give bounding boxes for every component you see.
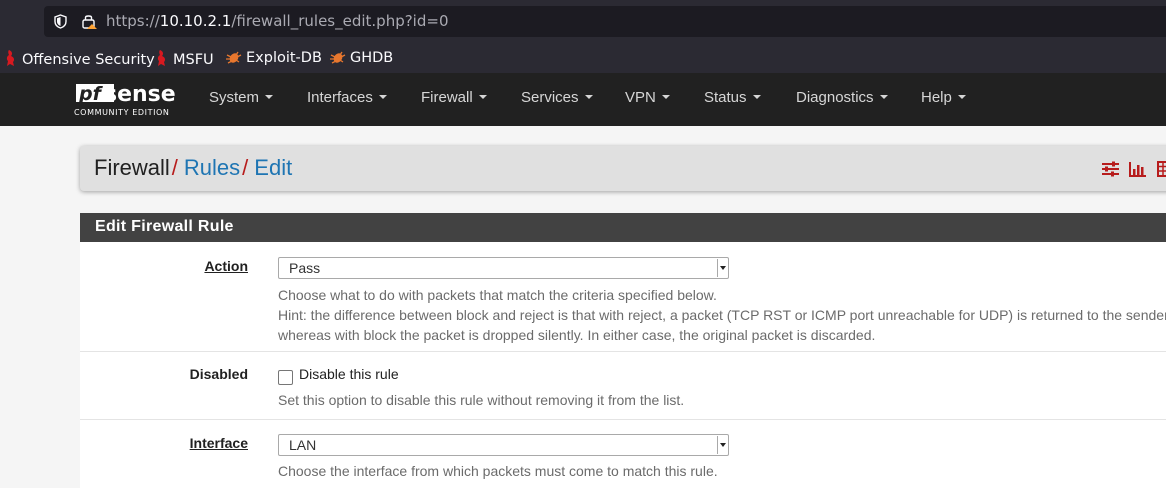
bookmark-label: GHDB <box>350 50 394 66</box>
bookmark-label: Exploit-DB <box>246 50 322 66</box>
panel-heading: Edit Firewall Rule <box>80 213 1166 242</box>
dropdown-arrow-icon <box>717 436 728 454</box>
nav-help[interactable]: Help <box>921 89 966 106</box>
caret-down-icon <box>478 95 487 99</box>
nav-firewall[interactable]: Firewall <box>421 89 487 106</box>
caret-down-icon <box>879 95 888 99</box>
nav-label: Status <box>704 89 747 106</box>
breadcrumb-firewall: Firewall <box>94 155 170 180</box>
nav-diagnostics[interactable]: Diagnostics <box>796 89 888 106</box>
pfsense-logo[interactable]: pf sense COMMUNITY EDITION <box>74 82 180 117</box>
svg-text:pf: pf <box>78 83 104 105</box>
caret-down-icon <box>661 95 670 99</box>
offsec-dragon-icon <box>6 50 15 66</box>
url-host: 10.10.2.1 <box>159 12 232 30</box>
caret-down-icon <box>378 95 387 99</box>
disabled-row: Disabled Disable this rule Set this opti… <box>80 352 1166 420</box>
panel-title: Edit Firewall Rule <box>95 218 234 235</box>
nav-services[interactable]: Services <box>521 89 593 106</box>
action-row: Action Pass Choose what to do with packe… <box>80 242 1166 352</box>
exploitdb-bug-icon <box>226 51 242 64</box>
bar-chart-icon[interactable] <box>1129 161 1147 177</box>
breadcrumb-separator: / <box>171 155 178 180</box>
action-select-value: Pass <box>289 260 321 276</box>
bookmarks-toolbar: Offensive Security MSFU Exploit-DB GHDB <box>0 43 1166 73</box>
offsec-dragon-icon <box>157 50 166 66</box>
bookmark-msfu[interactable]: MSFU <box>155 49 214 68</box>
sliders-icon[interactable] <box>1101 161 1120 177</box>
disable-rule-checkbox[interactable] <box>278 370 293 385</box>
action-help-text: Choose what to do with packets that matc… <box>278 287 717 303</box>
nav-label: Firewall <box>421 89 473 106</box>
main-navbar: pf sense COMMUNITY EDITION System Interf… <box>0 73 1166 126</box>
url-text[interactable]: https://10.10.2.1/firewall_rules_edit.ph… <box>106 12 449 30</box>
bookmark-ghdb[interactable]: GHDB <box>329 49 393 66</box>
address-bar[interactable]: https://10.10.2.1/firewall_rules_edit.ph… <box>44 6 1166 37</box>
svg-text:sense: sense <box>104 82 176 107</box>
action-select[interactable]: Pass <box>278 257 729 279</box>
nav-system[interactable]: System <box>209 89 274 106</box>
nav-label: System <box>209 89 260 106</box>
disabled-label: Disabled <box>189 366 248 382</box>
disabled-help-text: Set this option to disable this rule wit… <box>278 392 685 408</box>
action-label: Action <box>204 258 248 274</box>
interface-select-value: LAN <box>289 437 317 453</box>
caret-down-icon <box>752 95 761 99</box>
action-hint-text: Hint: the difference between block and r… <box>278 307 1166 323</box>
pfsense-logo-mark: pf sense <box>76 82 176 107</box>
bookmark-label: Offensive Security <box>22 52 155 68</box>
breadcrumb-rules-link[interactable]: Rules <box>184 155 240 180</box>
nav-interfaces[interactable]: Interfaces <box>307 89 387 106</box>
interface-label: Interface <box>189 435 248 451</box>
nav-label: VPN <box>625 89 656 106</box>
nav-label: Diagnostics <box>796 89 874 106</box>
nav-label: Help <box>921 89 952 106</box>
bookmark-label: MSFU <box>173 52 214 68</box>
caret-down-icon <box>957 95 966 99</box>
panel-body: Action Pass Choose what to do with packe… <box>80 242 1166 488</box>
nav-status[interactable]: Status <box>704 89 761 106</box>
caret-down-icon <box>265 95 274 99</box>
table-icon[interactable] <box>1157 161 1166 177</box>
breadcrumb-separator: / <box>242 155 249 180</box>
bookmark-exploit-db[interactable]: Exploit-DB <box>225 49 322 66</box>
nav-label: Services <box>521 89 579 106</box>
tracking-shield-icon[interactable] <box>54 14 67 34</box>
brand-edition: COMMUNITY EDITION <box>74 108 170 117</box>
nav-vpn[interactable]: VPN <box>625 89 670 106</box>
interface-select[interactable]: LAN <box>278 434 729 456</box>
action-hint-text-continued: whereas with block the packet is dropped… <box>278 327 876 343</box>
dropdown-arrow-icon <box>717 259 728 277</box>
url-scheme: https:// <box>106 12 160 30</box>
browser-toolbar: https://10.10.2.1/firewall_rules_edit.ph… <box>0 0 1166 43</box>
bookmark-offensive-security[interactable]: Offensive Security <box>4 49 155 68</box>
disable-rule-checkbox-label[interactable]: Disable this rule <box>299 366 399 382</box>
url-path: /firewall_rules_edit.php?id=0 <box>231 12 449 30</box>
breadcrumb: Firewall/Rules/Edit <box>80 146 1166 191</box>
interface-row: Interface LAN Choose the interface from … <box>80 420 1166 488</box>
caret-down-icon <box>584 95 593 99</box>
breadcrumb-edit-link[interactable]: Edit <box>254 155 292 180</box>
insecure-lock-icon[interactable] <box>82 13 98 35</box>
nav-label: Interfaces <box>307 89 373 106</box>
interface-help-text: Choose the interface from which packets … <box>278 463 718 479</box>
exploitdb-bug-icon <box>330 51 346 64</box>
